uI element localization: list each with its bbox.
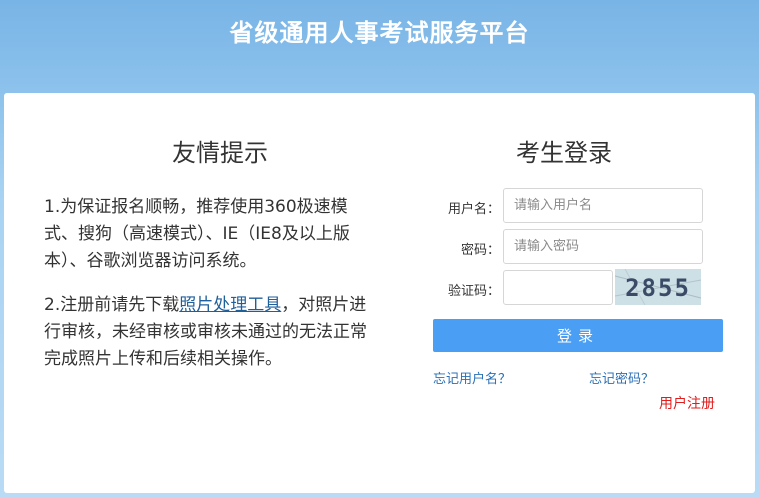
forgot-username-link[interactable]: 忘记用户名？	[433, 368, 511, 387]
login-title: 考生登录	[516, 139, 612, 167]
tips-paragraph-1: 1.为保证报名顺畅，推荐使用360极速模式、搜狗（高速模式）、IE（IE8及以上…	[44, 197, 350, 271]
forgot-password-link[interactable]: 忘记密码？	[589, 368, 654, 387]
tips-paragraph-2-prefix: 2.注册前请先下载	[44, 295, 180, 315]
page-title: 省级通用人事考试服务平台	[229, 19, 530, 47]
username-label: 用户名：	[447, 202, 500, 217]
photo-tool-link[interactable]: 照片处理工具	[179, 295, 281, 315]
tips-title: 友情提示	[172, 139, 268, 167]
password-label: 密码：	[460, 243, 500, 258]
captcha-code: 2855	[625, 274, 691, 302]
captcha-label: 验证码：	[447, 284, 500, 299]
tips-paragraph-2: 2.注册前请先下载照片处理工具，对照片进行审核，未经审核或审核未通过的无法正常完…	[44, 292, 374, 373]
password-input[interactable]	[503, 229, 703, 264]
login-button[interactable]: 登录	[433, 319, 723, 352]
username-input[interactable]	[503, 188, 703, 223]
captcha-input[interactable]	[503, 270, 613, 305]
captcha-image[interactable]: 2855	[615, 269, 701, 305]
register-link[interactable]: 用户注册	[659, 393, 715, 413]
main-panel: 友情提示 1.为保证报名顺畅，推荐使用360极速模式、搜狗（高速模式）、IE（I…	[4, 93, 755, 493]
